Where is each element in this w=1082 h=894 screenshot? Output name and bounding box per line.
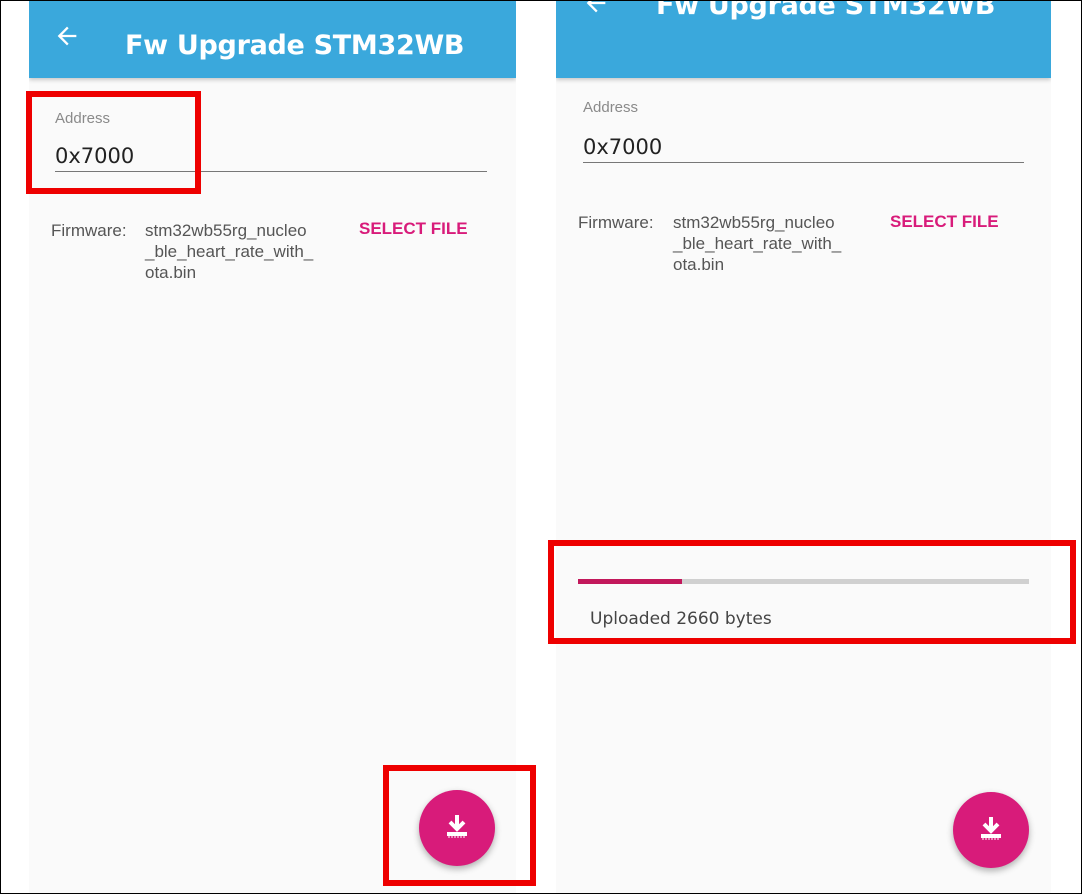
address-input[interactable] [55,140,487,172]
address-label: Address [583,99,639,116]
upload-fab-button[interactable] [419,790,495,866]
address-input[interactable] [583,131,1024,163]
app-title: Fw Upgrade STM32WB [125,30,465,61]
select-file-button[interactable]: SELECT FILE [359,219,468,239]
firmware-file-name-line: ota.bin [145,263,197,282]
upload-status-text: Uploaded 2660 bytes [590,609,772,629]
app-title: Fw Upgrade STM32WB [656,0,996,21]
firmware-file-name-line: ota.bin [673,255,725,274]
firmware-file-name-line: stm32wb55rg_nucleo [145,221,307,240]
address-label: Address [55,110,111,127]
arrow-left-icon[interactable] [53,22,81,50]
upload-fab-button[interactable] [953,792,1029,868]
right-phone-screen: Fw Upgrade STM32WB Address Firmware: stm… [556,0,1051,894]
firmware-file-name-line: _ble_heart_rate_with_ [673,234,842,253]
left-phone-screen: Fw Upgrade STM32WB Address Firmware: stm… [29,0,516,894]
app-bar: Fw Upgrade STM32WB [29,0,516,78]
firmware-file-name: stm32wb55rg_nucleo _ble_heart_rate_with_… [673,212,851,275]
firmware-label: Firmware: [578,213,654,232]
firmware-file-name-line: _ble_heart_rate_with_ [145,242,314,261]
select-file-button[interactable]: SELECT FILE [890,212,999,232]
arrow-left-icon[interactable] [582,0,610,17]
download-icon [981,817,1001,840]
app-bar: Fw Upgrade STM32WB [556,0,1051,78]
firmware-file-name-line: stm32wb55rg_nucleo [673,213,835,232]
firmware-label: Firmware: [51,221,127,240]
upload-progress-fill [578,579,682,584]
upload-progress-bar [578,579,1029,584]
firmware-file-name: stm32wb55rg_nucleo _ble_heart_rate_with_… [145,220,323,283]
download-icon [447,815,467,838]
